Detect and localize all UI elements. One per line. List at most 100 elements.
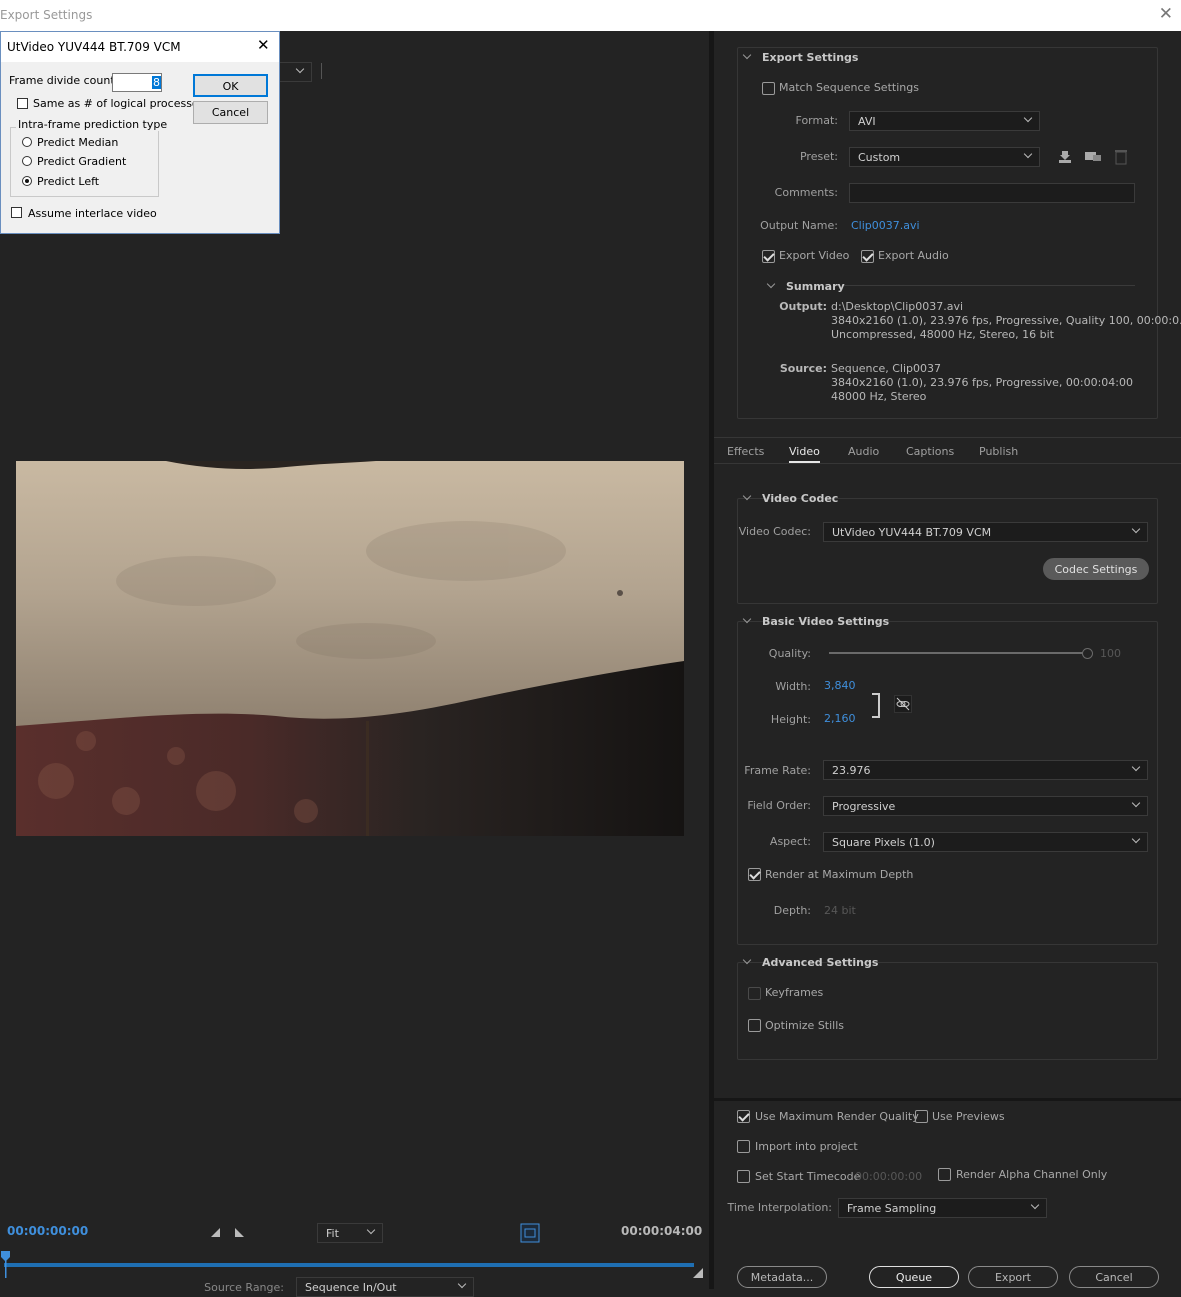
- tab-captions[interactable]: Captions: [906, 445, 954, 458]
- playhead-icon[interactable]: [0, 1250, 12, 1278]
- import-project-checkbox[interactable]: [737, 1140, 750, 1153]
- video-codec-box: [737, 498, 1158, 604]
- divider: [321, 63, 322, 79]
- zoom-fit-dropdown[interactable]: Fit: [317, 1223, 383, 1243]
- basic-video-header: Basic Video Settings: [762, 615, 890, 628]
- keyframes-checkbox[interactable]: [748, 987, 761, 1000]
- format-dropdown[interactable]: AVI: [849, 111, 1040, 131]
- save-preset-icon[interactable]: [1057, 149, 1073, 165]
- comments-input[interactable]: [849, 183, 1135, 203]
- use-max-render-label: Use Maximum Render Quality: [755, 1110, 919, 1123]
- mark-in-out-icon[interactable]: [210, 1226, 250, 1238]
- predict-gradient-radio[interactable]: [22, 156, 32, 166]
- aspect-dropdown[interactable]: Square Pixels (1.0): [823, 832, 1148, 852]
- video-codec-header: Video Codec: [762, 492, 839, 505]
- summary-header: Summary: [786, 280, 845, 293]
- tab-audio[interactable]: Audio: [848, 445, 879, 458]
- set-start-tc-checkbox[interactable]: [737, 1170, 750, 1183]
- output-name-link[interactable]: Clip0037.avi: [851, 219, 920, 232]
- quality-label: Quality:: [768, 647, 811, 660]
- quality-slider-fill: [829, 652, 1085, 654]
- export-button[interactable]: Export: [968, 1266, 1058, 1288]
- same-as-processors-label: Same as # of logical processors: [33, 97, 209, 110]
- import-preset-icon[interactable]: [1084, 149, 1102, 165]
- link-bracket: [872, 693, 880, 718]
- preview-image: [16, 461, 684, 836]
- out-point-icon[interactable]: [692, 1267, 704, 1279]
- dialog-cancel-button[interactable]: Cancel: [193, 101, 268, 124]
- width-value[interactable]: 3,840: [824, 679, 856, 692]
- close-icon[interactable]: ✕: [1159, 4, 1173, 24]
- optimize-stills-checkbox[interactable]: [748, 1019, 761, 1032]
- cancel-button[interactable]: Cancel: [1069, 1266, 1159, 1288]
- quality-slider-thumb[interactable]: [1082, 648, 1093, 659]
- export-audio-label: Export Audio: [878, 249, 949, 262]
- window-titlebar: Export Settings ✕: [0, 0, 1181, 31]
- video-codec-label: Video Codec:: [738, 525, 811, 538]
- queue-button[interactable]: Queue: [869, 1266, 959, 1288]
- quality-value: 100: [1100, 647, 1121, 660]
- frame-rate-dropdown[interactable]: 23.976: [823, 760, 1148, 780]
- time-interp-dropdown[interactable]: Frame Sampling: [838, 1198, 1047, 1218]
- prediction-group-label: Intra-frame prediction type: [16, 118, 170, 131]
- field-order-label: Field Order:: [747, 799, 811, 812]
- summary-output: d:\Desktop\Clip0037.avi 3840x2160 (1.0),…: [831, 300, 1181, 342]
- height-value[interactable]: 2,160: [824, 712, 856, 725]
- window-title: Export Settings: [0, 8, 93, 22]
- tab-publish[interactable]: Publish: [979, 445, 1018, 458]
- frame-divide-label: Frame divide count: [9, 74, 115, 87]
- timecode-end: 00:00:04:00: [621, 1224, 703, 1238]
- preset-dropdown[interactable]: Custom: [849, 147, 1040, 167]
- summary-source-line: Sequence, Clip0037: [831, 362, 942, 375]
- dialog-title: UtVideo YUV444 BT.709 VCM: [7, 40, 181, 54]
- use-previews-checkbox[interactable]: [915, 1110, 928, 1123]
- tab-video[interactable]: Video: [789, 445, 820, 458]
- codec-settings-dialog: UtVideo YUV444 BT.709 VCM ✕ Frame divide…: [0, 31, 280, 234]
- use-max-render-checkbox[interactable]: [737, 1110, 750, 1123]
- export-audio-checkbox[interactable]: [861, 250, 874, 263]
- frame-rate-label: Frame Rate:: [744, 764, 811, 777]
- frame-divide-value: 8: [152, 76, 161, 89]
- field-order-dropdown[interactable]: Progressive: [823, 796, 1148, 816]
- divider: [714, 1098, 1181, 1101]
- same-as-processors-checkbox[interactable]: [17, 98, 28, 109]
- dialog-titlebar: UtVideo YUV444 BT.709 VCM ✕: [1, 32, 279, 62]
- divider: [714, 463, 1181, 464]
- predict-median-label: Predict Median: [37, 136, 119, 149]
- frame-divide-input[interactable]: 8: [112, 73, 162, 92]
- tab-effects[interactable]: Effects: [727, 445, 764, 458]
- assume-interlace-label: Assume interlace video: [28, 207, 157, 220]
- match-sequence-label: Match Sequence Settings: [779, 81, 919, 94]
- predict-left-radio[interactable]: [22, 176, 32, 186]
- output-name-label: Output Name:: [760, 219, 838, 232]
- metadata-button[interactable]: Metadata...: [737, 1266, 827, 1288]
- video-codec-dropdown[interactable]: UtVideo YUV444 BT.709 VCM: [823, 522, 1148, 542]
- advanced-header: Advanced Settings: [762, 956, 879, 969]
- codec-settings-button[interactable]: Codec Settings: [1043, 558, 1149, 580]
- render-max-depth-checkbox[interactable]: [748, 868, 761, 881]
- summary-source-line: 48000 Hz, Stereo: [831, 390, 927, 403]
- source-output-dropdown[interactable]: [276, 62, 312, 82]
- source-range-dropdown[interactable]: Sequence In/Out: [296, 1277, 474, 1297]
- aspect-toggle-icon[interactable]: [520, 1223, 540, 1243]
- video-preview-frame: [16, 461, 684, 836]
- dialog-close-icon[interactable]: ✕: [257, 36, 270, 54]
- unlink-icon[interactable]: [894, 695, 912, 713]
- basic-video-box: [737, 621, 1158, 945]
- timecode-start[interactable]: 00:00:00:00: [7, 1224, 88, 1238]
- ok-button[interactable]: OK: [193, 74, 268, 97]
- timeline-bar[interactable]: [4, 1263, 694, 1267]
- export-video-checkbox[interactable]: [762, 250, 775, 263]
- width-label: Width:: [775, 680, 811, 693]
- predict-median-radio[interactable]: [22, 137, 32, 147]
- use-previews-label: Use Previews: [932, 1110, 1005, 1123]
- keyframes-label: Keyframes: [765, 986, 824, 999]
- start-tc-value[interactable]: 00:00:00:00: [855, 1170, 922, 1183]
- delete-preset-icon[interactable]: [1114, 149, 1128, 165]
- divider: [714, 437, 1181, 438]
- render-alpha-checkbox[interactable]: [938, 1168, 951, 1181]
- match-sequence-checkbox[interactable]: [762, 82, 775, 95]
- assume-interlace-checkbox[interactable]: [11, 207, 22, 218]
- advanced-box: [737, 962, 1158, 1060]
- source-range-label: Source Range:: [204, 1281, 284, 1294]
